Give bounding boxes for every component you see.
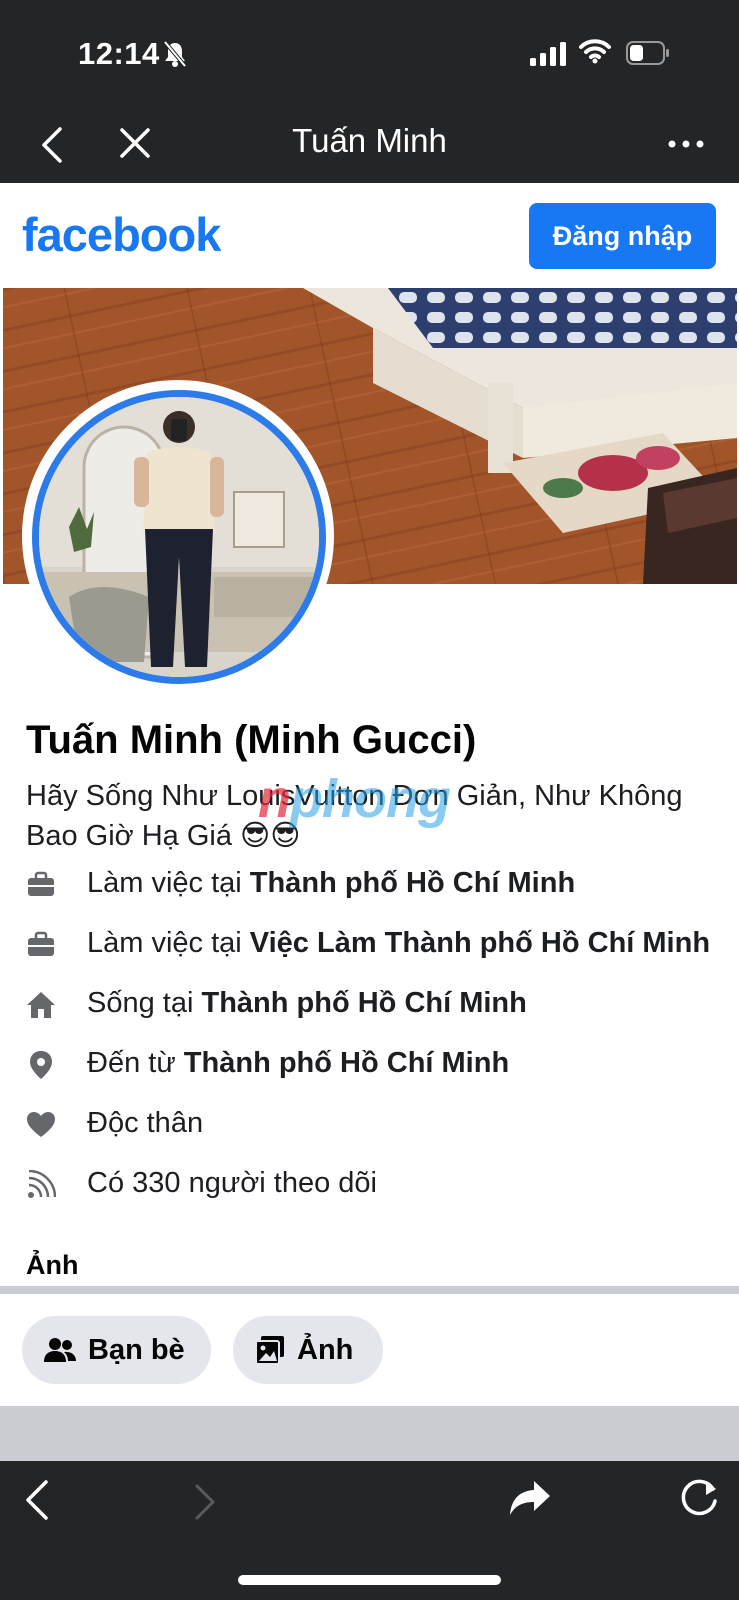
status-time: 12:14: [78, 36, 160, 71]
detail-lives-in: Sống tại Thành phố Hồ Chí Minh: [0, 986, 739, 1026]
friends-tab[interactable]: Bạn bè: [22, 1316, 211, 1384]
status-bar: 12:14: [0, 0, 739, 110]
profile-name: Tuấn Minh (Minh Gucci): [26, 718, 477, 762]
signal-icon: [530, 42, 566, 66]
browser-toolbar: [0, 1461, 739, 1600]
facebook-header: facebook Đăng nhập: [0, 183, 739, 288]
forward-icon[interactable]: [193, 1483, 217, 1521]
facebook-logo[interactable]: facebook: [22, 207, 221, 262]
login-button[interactable]: Đăng nhập: [529, 203, 716, 269]
detail-followers: Có 330 người theo dõi: [0, 1166, 739, 1206]
briefcase-icon: [28, 931, 54, 956]
detail-relationship: Độc thân: [0, 1106, 739, 1146]
wifi-icon: [579, 39, 611, 64]
friends-icon: [44, 1338, 76, 1362]
more-options-icon[interactable]: [668, 139, 704, 149]
reload-icon[interactable]: [678, 1477, 720, 1519]
content-gap: [0, 1406, 739, 1461]
briefcase-icon: [28, 871, 54, 896]
friends-tab-label: Bạn bè: [88, 1333, 185, 1366]
share-icon[interactable]: [508, 1479, 552, 1517]
photos-icon: [255, 1336, 284, 1365]
watermark: nphong: [258, 769, 451, 829]
detail-value: Thành phố Hồ Chí Minh: [201, 987, 527, 1019]
silent-bell-icon: [163, 40, 187, 68]
page-title: Tuấn Minh: [292, 122, 447, 159]
home-icon: [27, 992, 55, 1018]
browser-nav-bar: Tuấn Minh: [0, 110, 739, 183]
divider: [0, 1286, 739, 1294]
heart-icon: [27, 1112, 55, 1137]
detail-from: Đến từ Thành phố Hồ Chí Minh: [0, 1046, 739, 1086]
location-pin-icon: [30, 1051, 52, 1079]
home-indicator: [238, 1575, 501, 1585]
detail-work-2: Làm việc tại Việc Làm Thành phố Hồ Chí M…: [0, 926, 739, 966]
battery-icon: [626, 41, 669, 65]
rss-feed-icon: [28, 1170, 56, 1198]
detail-value: Thành phố Hồ Chí Minh: [249, 867, 576, 899]
photos-tab[interactable]: Ảnh: [233, 1316, 383, 1384]
detail-value: Việc Làm Thành phố Hồ Chí Minh: [249, 927, 711, 959]
photos-tab-label: Ảnh: [297, 1333, 354, 1366]
profile-avatar[interactable]: [22, 380, 334, 692]
back-icon[interactable]: [24, 1479, 50, 1521]
detail-work-1: Làm việc tại Thành phố Hồ Chí Minh: [0, 866, 739, 906]
photos-section-title: Ảnh: [26, 1250, 79, 1280]
detail-value: Thành phố Hồ Chí Minh: [183, 1047, 510, 1079]
